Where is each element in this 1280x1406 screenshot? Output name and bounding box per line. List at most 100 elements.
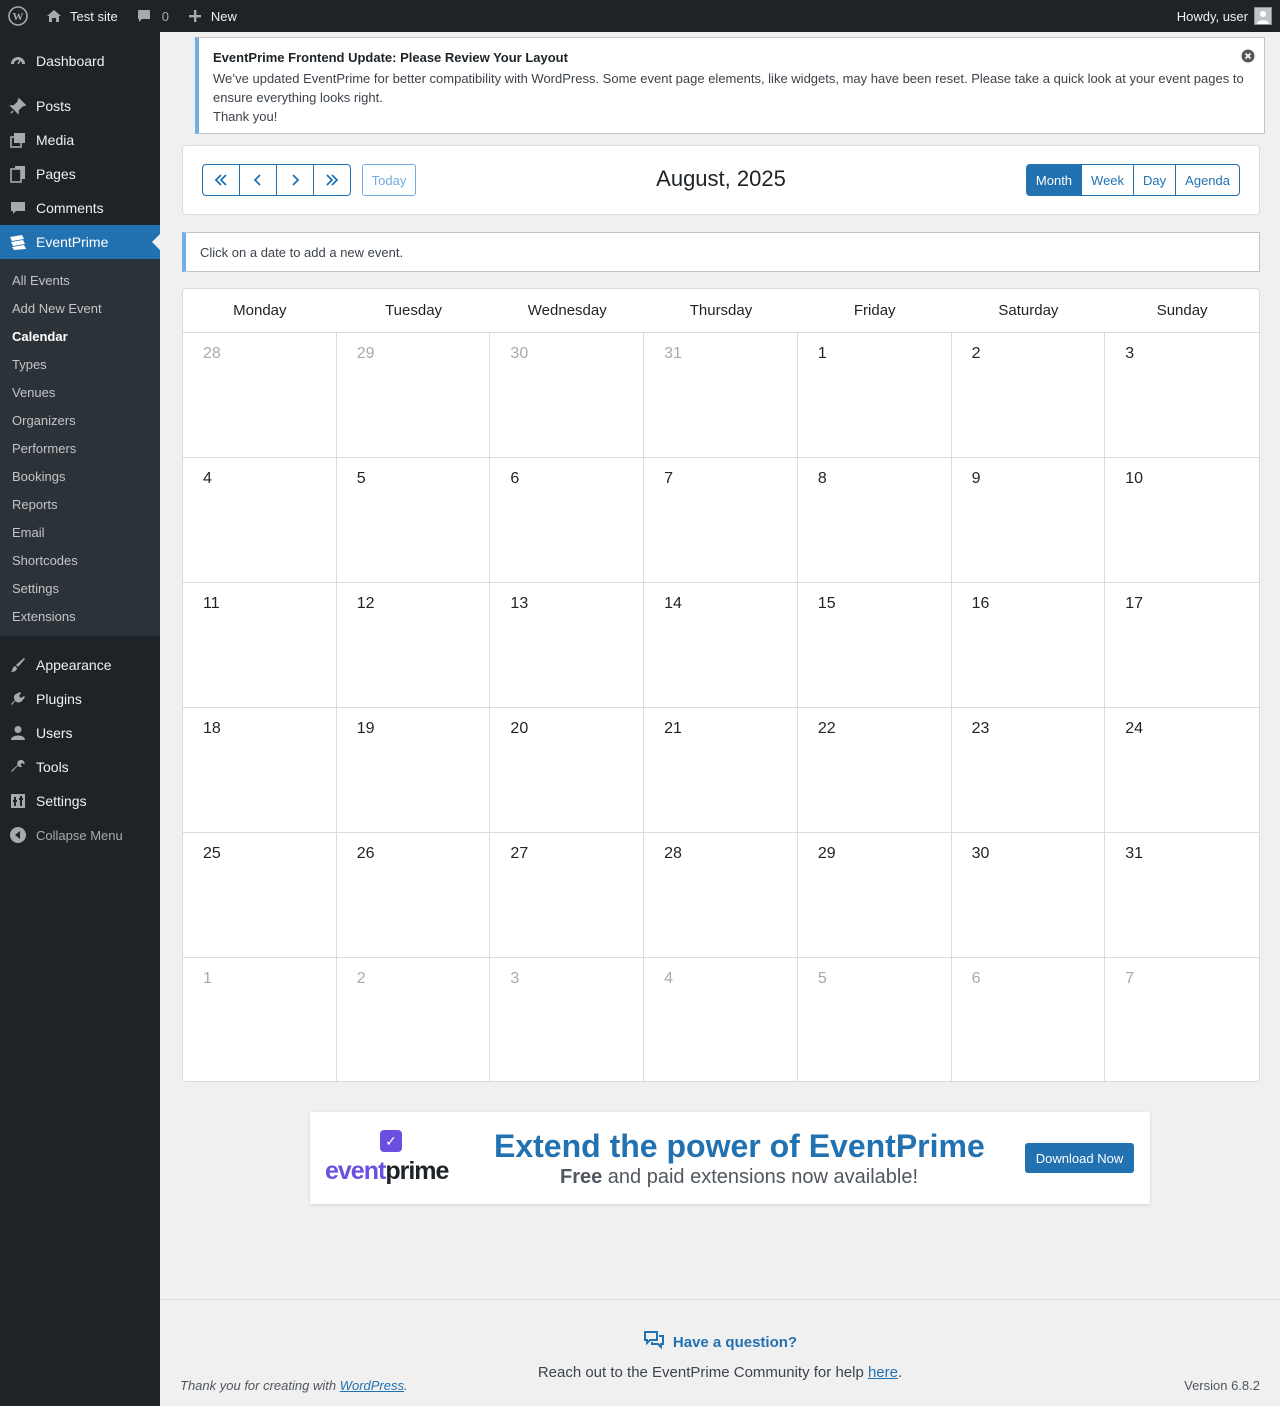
menu-dashboard[interactable]: Dashboard xyxy=(0,44,160,78)
comments-link[interactable]: 0 xyxy=(126,0,177,32)
view-month-button[interactable]: Month xyxy=(1025,164,1083,196)
day-cell[interactable]: 9 xyxy=(951,458,1106,583)
day-cell[interactable]: 30 xyxy=(490,333,645,458)
day-cell[interactable]: 3 xyxy=(1105,333,1259,458)
day-cell[interactable]: 29 xyxy=(336,333,491,458)
view-agenda-button[interactable]: Agenda xyxy=(1175,164,1240,196)
calendar-info: Click on a date to add a new event. xyxy=(182,232,1260,272)
notice-title: EventPrime Frontend Update: Please Revie… xyxy=(213,50,568,65)
day-number: 16 xyxy=(971,595,990,612)
day-cell[interactable]: 4 xyxy=(644,958,798,1081)
wordpress-logo-link[interactable]: W xyxy=(0,0,36,32)
menu-pages[interactable]: Pages xyxy=(0,157,160,191)
day-cell[interactable]: 7 xyxy=(1105,958,1259,1081)
day-number: 30 xyxy=(510,345,529,362)
site-name: Test site xyxy=(70,8,118,24)
day-cell[interactable]: 6 xyxy=(490,458,645,583)
day-cell[interactable]: 5 xyxy=(336,458,491,583)
day-cell[interactable]: 19 xyxy=(336,708,491,833)
help-here-link[interactable]: here xyxy=(868,1364,898,1381)
day-cell[interactable]: 28 xyxy=(183,333,337,458)
day-number: 13 xyxy=(510,595,529,612)
day-cell[interactable]: 28 xyxy=(644,833,798,958)
day-number: 29 xyxy=(356,345,375,362)
menu-users[interactable]: Users xyxy=(0,716,160,750)
day-cell[interactable]: 27 xyxy=(490,833,645,958)
help-section: Have a question? Reach out to the EventP… xyxy=(160,1330,1280,1381)
submenu-organizers[interactable]: Organizers xyxy=(0,406,160,434)
submenu-add-new-event[interactable]: Add New Event xyxy=(0,294,160,322)
menu-posts[interactable]: Posts xyxy=(0,89,160,123)
submenu-bookings[interactable]: Bookings xyxy=(0,462,160,490)
wordpress-link[interactable]: WordPress xyxy=(340,1378,404,1393)
new-content-link[interactable]: New xyxy=(177,0,245,32)
day-cell[interactable]: 29 xyxy=(797,833,952,958)
day-cell[interactable]: 31 xyxy=(1105,833,1259,958)
day-cell[interactable]: 16 xyxy=(951,583,1106,708)
weekday-header: Monday Tuesday Wednesday Thursday Friday Satu… xyxy=(183,289,1259,333)
collapse-menu-button[interactable]: Collapse Menu xyxy=(0,818,160,852)
submenu-venues[interactable]: Venues xyxy=(0,378,160,406)
day-cell[interactable]: 6 xyxy=(952,958,1106,1081)
submenu-types[interactable]: Types xyxy=(0,350,160,378)
calendar-grid: 28 29 30 31 1 2 3 4 5 6 7 8 9 10 11 12 13 14 15 16 17 18 19 20 2… xyxy=(183,333,1259,1081)
day-cell[interactable]: 30 xyxy=(951,833,1106,958)
day-cell[interactable]: 7 xyxy=(644,458,798,583)
day-cell[interactable]: 1 xyxy=(183,958,337,1081)
day-cell[interactable]: 10 xyxy=(1105,458,1259,583)
day-cell[interactable]: 2 xyxy=(951,333,1106,458)
menu-plugins[interactable]: Plugins xyxy=(0,682,160,716)
day-number: 11 xyxy=(203,595,220,612)
submenu-performers[interactable]: Performers xyxy=(0,434,160,462)
day-cell[interactable]: 31 xyxy=(644,333,798,458)
promo-subtitle: Free and paid extensions now available! xyxy=(560,1166,919,1188)
submenu-extensions[interactable]: Extensions xyxy=(0,602,160,630)
menu-media[interactable]: Media xyxy=(0,123,160,157)
submenu-calendar[interactable]: Calendar xyxy=(0,322,160,350)
day-number: 7 xyxy=(664,470,674,487)
day-cell[interactable]: 2 xyxy=(337,958,491,1081)
menu-tools[interactable]: Tools xyxy=(0,750,160,784)
submenu-settings[interactable]: Settings xyxy=(0,574,160,602)
day-cell[interactable]: 17 xyxy=(1105,583,1259,708)
menu-appearance[interactable]: Appearance xyxy=(0,648,160,682)
day-cell[interactable]: 1 xyxy=(797,333,952,458)
view-day-button[interactable]: Day xyxy=(1133,164,1177,196)
day-cell[interactable]: 24 xyxy=(1105,708,1259,833)
submenu-all-events[interactable]: All Events xyxy=(0,266,160,294)
menu-eventprime[interactable]: EventPrime xyxy=(0,225,160,259)
day-number: 17 xyxy=(1125,595,1144,612)
day-cell[interactable]: 15 xyxy=(797,583,952,708)
submenu-shortcodes[interactable]: Shortcodes xyxy=(0,546,160,574)
day-cell[interactable]: 3 xyxy=(490,958,645,1081)
day-cell[interactable]: 13 xyxy=(490,583,645,708)
site-name-link[interactable]: Test site xyxy=(36,0,126,32)
day-cell[interactable]: 5 xyxy=(798,958,952,1081)
dismiss-notice-button[interactable] xyxy=(1240,48,1256,64)
download-now-button[interactable]: Download Now xyxy=(1025,1143,1134,1173)
submenu-email[interactable]: Email xyxy=(0,518,160,546)
my-account-link[interactable]: Howdy, user xyxy=(1169,0,1280,32)
day-cell[interactable]: 12 xyxy=(336,583,491,708)
view-week-button[interactable]: Week xyxy=(1081,164,1135,196)
weekday-label: Saturday xyxy=(998,302,1059,319)
day-cell[interactable]: 8 xyxy=(797,458,952,583)
day-number: 5 xyxy=(356,470,366,487)
day-cell[interactable]: 4 xyxy=(183,458,337,583)
collapse-icon xyxy=(8,825,28,845)
day-cell[interactable]: 23 xyxy=(951,708,1106,833)
menu-comments[interactable]: Comments xyxy=(0,191,160,225)
submenu-reports[interactable]: Reports xyxy=(0,490,160,518)
wordpress-icon: W xyxy=(8,6,28,26)
day-number: 26 xyxy=(356,845,375,862)
day-cell[interactable]: 20 xyxy=(490,708,645,833)
day-cell[interactable]: 21 xyxy=(644,708,798,833)
day-cell[interactable]: 25 xyxy=(183,833,337,958)
day-number: 10 xyxy=(1125,470,1144,487)
day-cell[interactable]: 18 xyxy=(183,708,337,833)
day-cell[interactable]: 11 xyxy=(183,583,337,708)
day-cell[interactable]: 26 xyxy=(336,833,491,958)
day-cell[interactable]: 22 xyxy=(797,708,952,833)
menu-settings[interactable]: Settings xyxy=(0,784,160,818)
day-cell[interactable]: 14 xyxy=(644,583,798,708)
